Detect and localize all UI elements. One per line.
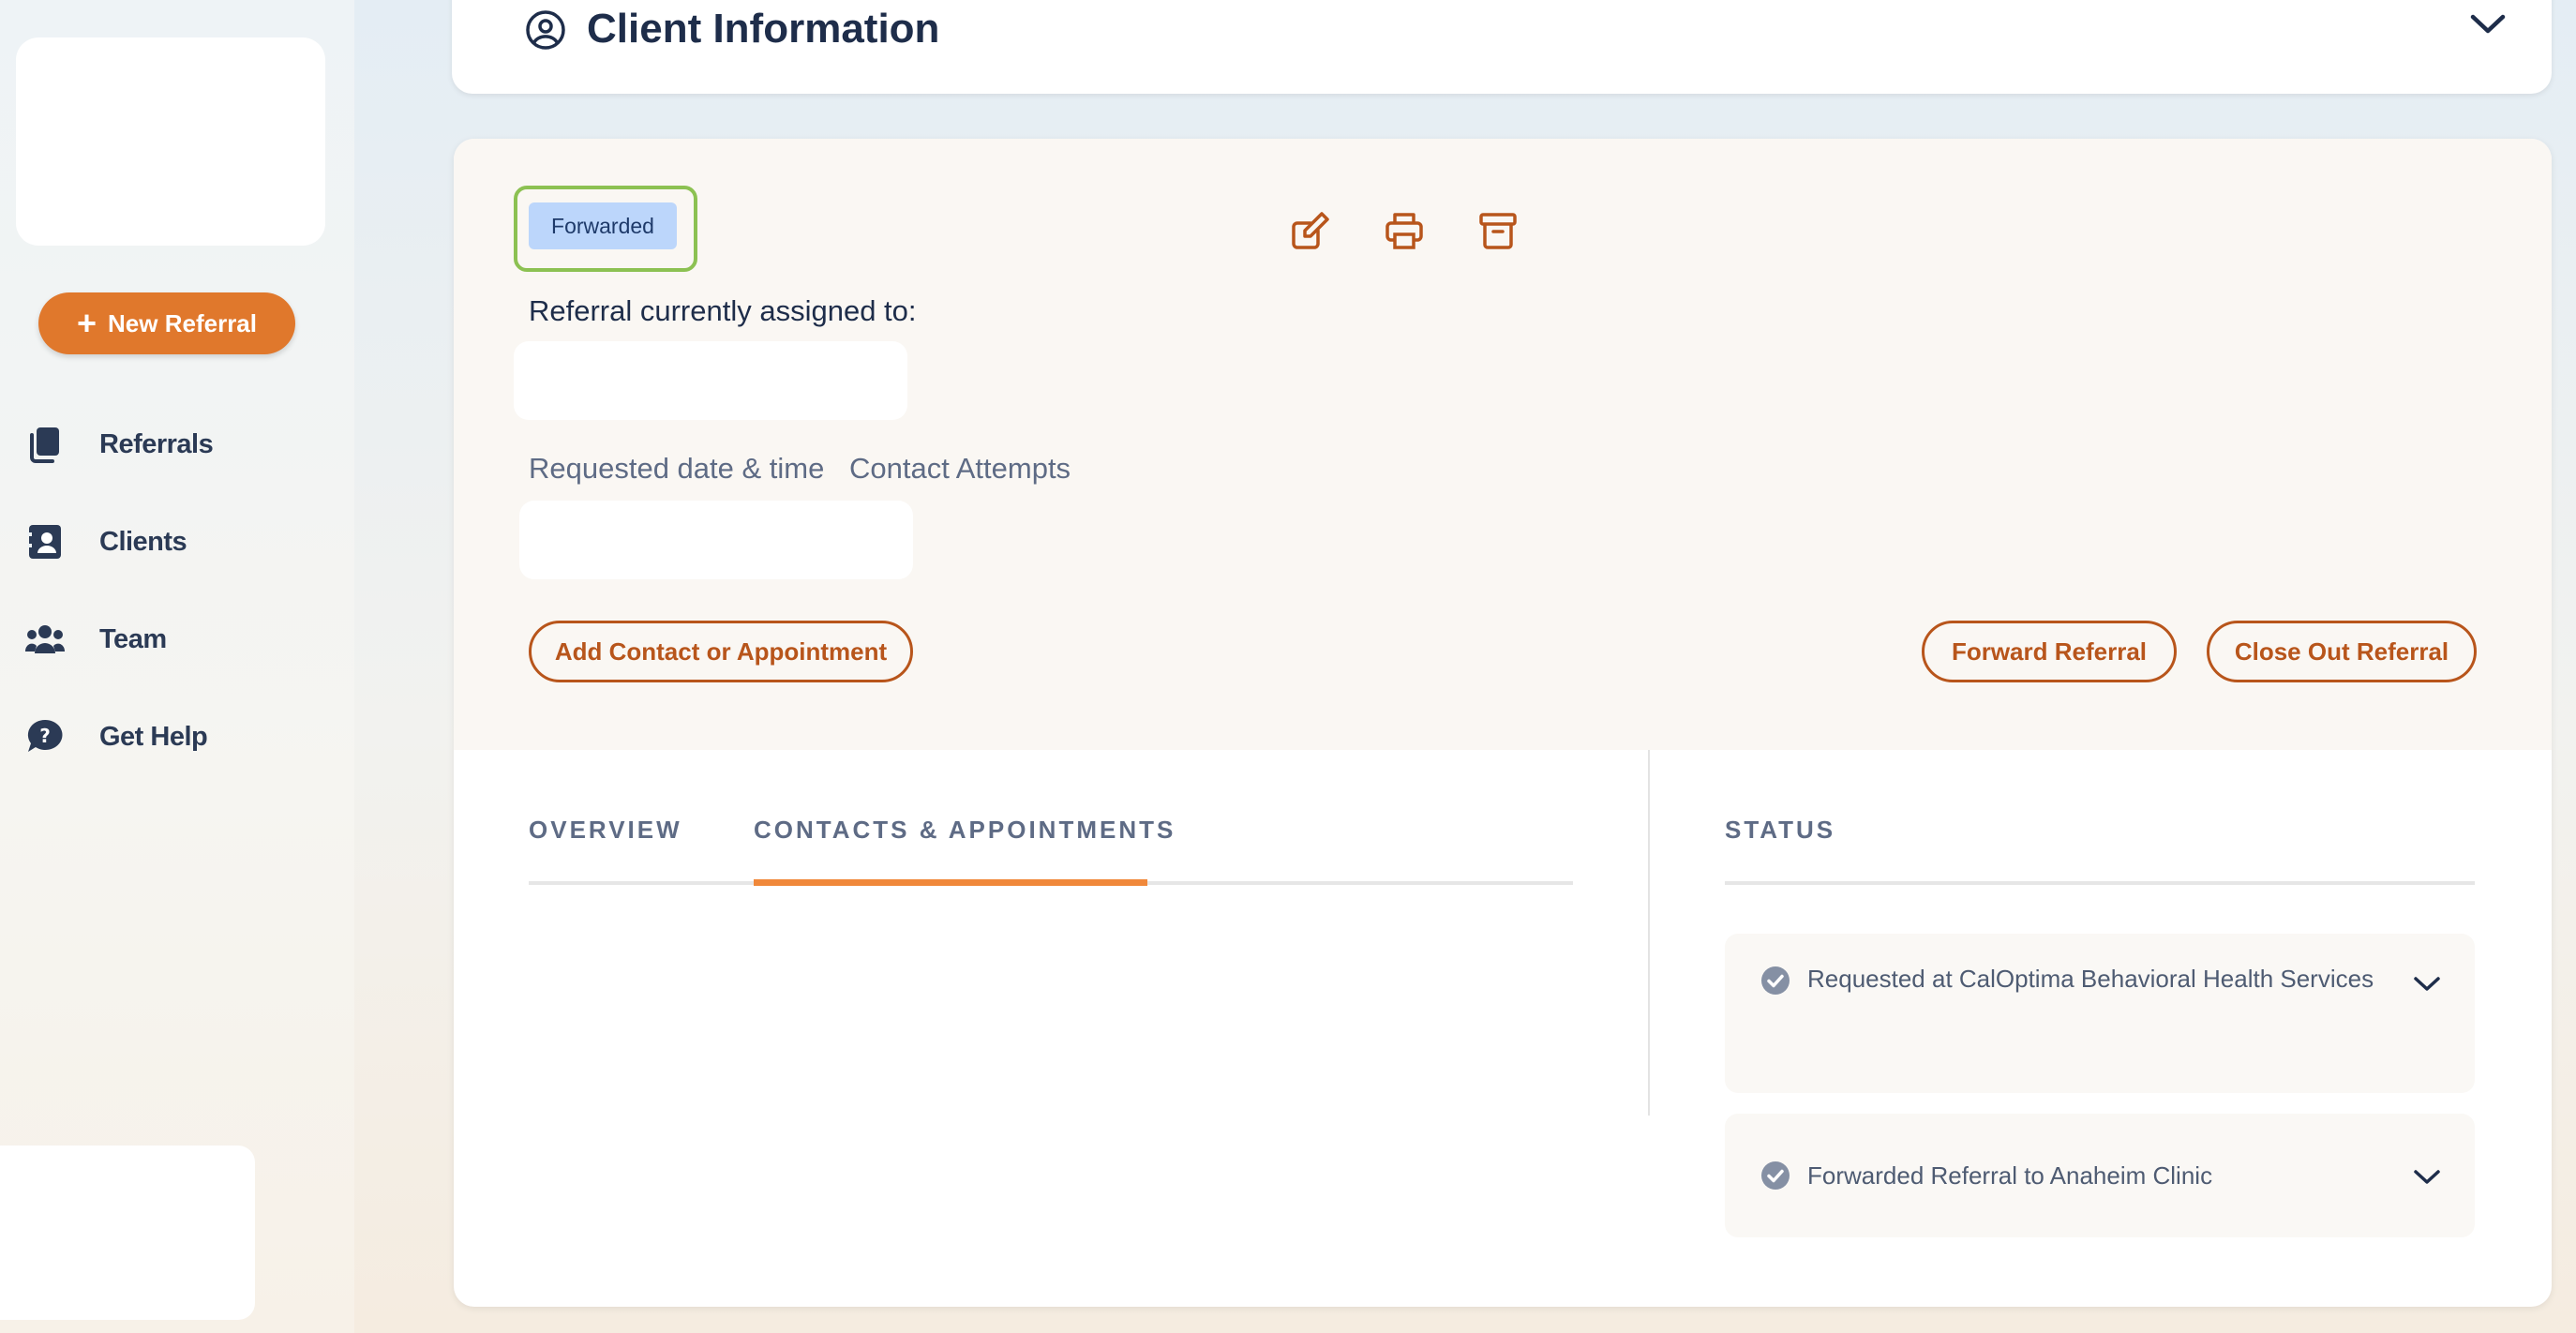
question-bubble-icon: ? [24,716,66,757]
status-title: STATUS [1725,816,1836,844]
assigned-label: Referral currently assigned to: [529,294,917,327]
sidebar-item-team[interactable]: Team [24,611,167,667]
user-panel-placeholder [0,1146,255,1320]
tab-overview[interactable]: OVERVIEW [529,816,682,845]
users-icon [24,619,66,660]
sidebar-item-label: Get Help [99,721,208,752]
user-circle-icon [525,9,566,55]
status-item-text: Requested at CalOptima Behavioral Health… [1807,965,2374,993]
tab-bar: OVERVIEW CONTACTS & APPOINTMENTS [529,816,1573,887]
new-referral-button[interactable]: + New Referral [38,292,295,354]
contact-attempts-label: Contact Attempts [849,452,1071,485]
forward-referral-button[interactable]: Forward Referral [1922,621,2177,682]
sidebar-item-clients[interactable]: Clients [24,514,187,570]
check-circle-icon [1761,1161,1790,1190]
active-tab-underline [754,879,1147,886]
archive-icon[interactable] [1474,206,1522,255]
sidebar-item-label: Referrals [99,428,214,459]
client-information-card[interactable]: Client Information [452,0,2552,94]
new-referral-label: New Referral [108,308,257,337]
add-contact-button[interactable]: Add Contact or Appointment [529,621,913,682]
vertical-divider [1648,750,1650,1116]
status-item-text: Forwarded Referral to Anaheim Clinic [1807,1161,2213,1190]
status-badge: Forwarded [529,202,677,249]
status-item[interactable]: Forwarded Referral to Anaheim Clinic [1725,1114,2475,1237]
address-book-icon [24,521,66,562]
check-circle-icon [1761,966,1790,995]
print-icon[interactable] [1380,206,1429,255]
sidebar-item-get-help[interactable]: ? Get Help [24,709,208,765]
status-item[interactable]: Requested at CalOptima Behavioral Health… [1725,934,2475,1093]
sidebar-item-label: Team [99,623,167,654]
sidebar-item-referrals[interactable]: Referrals [24,416,214,472]
requested-date-value-box [519,501,913,579]
plus-icon: + [77,304,97,342]
svg-text:?: ? [39,725,51,747]
close-out-referral-button[interactable]: Close Out Referral [2207,621,2477,682]
chevron-down-icon[interactable] [2413,975,2441,994]
requested-date-label: Requested date & time [529,452,825,485]
referral-card: Forwarded Referral currently assigned to… [454,139,2552,1307]
edit-icon[interactable] [1286,206,1335,255]
referral-summary-panel: Forwarded Referral currently assigned to… [454,139,2552,750]
status-baseline [1725,881,2475,885]
chevron-down-icon[interactable] [2469,13,2507,40]
sidebar: + New Referral Referrals Clients Team ? … [0,0,354,1333]
assigned-value-box [514,341,907,420]
tab-contacts-appointments[interactable]: CONTACTS & APPOINTMENTS [754,816,1176,845]
copy-document-icon [24,424,66,465]
logo-placeholder [16,37,325,246]
chevron-down-icon[interactable] [2413,1168,2441,1187]
sidebar-item-label: Clients [99,526,187,557]
client-information-title: Client Information [587,6,940,52]
